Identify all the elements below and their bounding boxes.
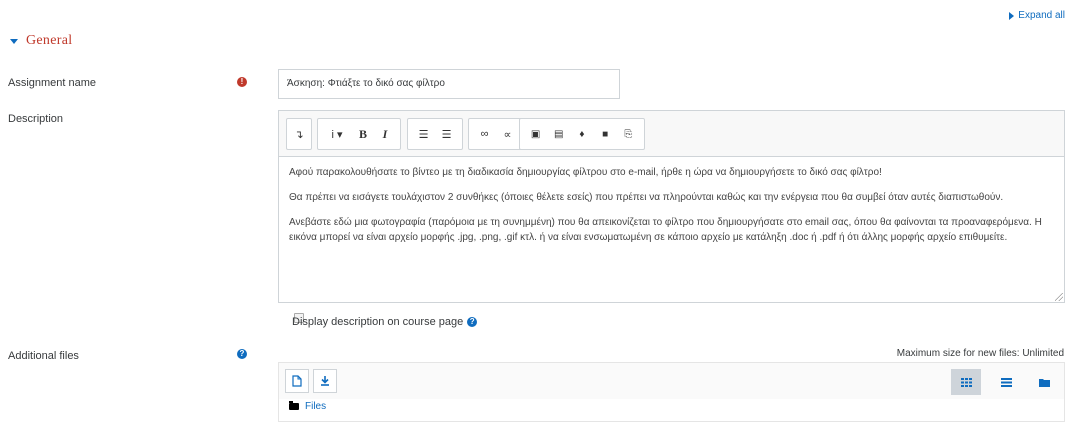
assignment-name-label: Assignment name (8, 77, 97, 89)
description-paragraph: Θα πρέπει να εισάγετε τουλάχιστον 2 συνθ… (289, 192, 1004, 203)
description-editor[interactable]: ↴ i ▾ B I ☰ ☰ ∞ ∝ ▣ ▤ ♦ ■ ⎘ Αφού παρακολ… (278, 110, 1065, 303)
list-icon (1000, 377, 1012, 387)
view-list-button[interactable] (991, 369, 1021, 395)
video-icon[interactable]: ■ (596, 124, 614, 144)
assignment-name-input[interactable]: Άσκηση: Φτιάξτε το δικό σας φίλτρο (278, 69, 620, 99)
microphone-icon[interactable]: ♦ (573, 124, 591, 144)
required-icon: ! (237, 77, 247, 87)
view-tree-button[interactable] (1029, 369, 1059, 395)
help-icon[interactable]: ? (467, 317, 478, 327)
unordered-list-icon[interactable]: ☰ (415, 124, 433, 144)
bold-icon[interactable]: B (354, 124, 372, 144)
additional-files-label: Additional files (8, 350, 79, 362)
toolbar-group-media: ▣ ▤ ♦ ■ ⎘ (519, 118, 645, 150)
file-manager: Files (278, 362, 1065, 422)
image-icon[interactable]: ▣ (527, 124, 545, 144)
editor-content[interactable]: Αφού παρακολουθήσατε το βίντεο με τη δια… (279, 157, 1064, 302)
download-icon (321, 376, 329, 386)
description-label: Description (8, 113, 64, 125)
section-general-toggle[interactable]: General (10, 33, 72, 49)
file-icon (292, 375, 302, 387)
toolbar-group-format: i ▾ B I (317, 118, 401, 150)
italic-icon[interactable]: I (376, 124, 394, 144)
editor-toolbar: ↴ i ▾ B I ☰ ☰ ∞ ∝ ▣ ▤ ♦ ■ ⎘ (279, 111, 1064, 157)
link-icon[interactable]: ∞ (476, 124, 494, 144)
add-file-button[interactable] (285, 369, 309, 393)
section-title: General (26, 33, 73, 48)
toolbar-group-links: ∞ ∝ (468, 118, 524, 150)
caret-down-icon (10, 38, 18, 44)
copy-icon[interactable]: ⎘ (619, 124, 637, 144)
media-icon[interactable]: ▤ (550, 124, 568, 144)
help-icon[interactable]: ? (237, 349, 247, 359)
grid-icon (960, 377, 972, 387)
folder-icon (1038, 378, 1050, 387)
description-paragraph: Ανεβάστε εδώ μια φωτογραφία (παρόμοια με… (289, 217, 1042, 243)
file-path: Files (289, 401, 326, 412)
display-description-row: Display description on course page ? (292, 316, 478, 328)
view-icons-button[interactable] (951, 369, 981, 395)
paragraph-style-icon[interactable]: i ▾ (324, 124, 350, 144)
caret-right-icon (1009, 11, 1015, 20)
download-button[interactable] (313, 369, 337, 393)
max-size-text: Maximum size for new files: Unlimited (896, 348, 1064, 359)
folder-icon (289, 401, 299, 410)
resize-grip-icon[interactable] (1055, 293, 1063, 301)
toolbar-group-lists: ☰ ☰ (407, 118, 463, 150)
file-manager-toolbar (279, 363, 1064, 399)
display-description-label[interactable]: Display description on course page (292, 316, 463, 328)
ordered-list-icon[interactable]: ☰ (438, 124, 456, 144)
description-paragraph: Αφού παρακολουθήσατε το βίντεο με τη δια… (289, 167, 882, 178)
unlink-icon[interactable]: ∝ (499, 124, 517, 144)
toolbar-toggle-icon[interactable]: ↴ (291, 124, 307, 144)
expand-all-link[interactable]: Expand all (1009, 10, 1065, 21)
toolbar-group-toggle: ↴ (286, 118, 312, 150)
files-folder-link[interactable]: Files (305, 401, 326, 412)
expand-all-label: Expand all (1018, 10, 1065, 21)
